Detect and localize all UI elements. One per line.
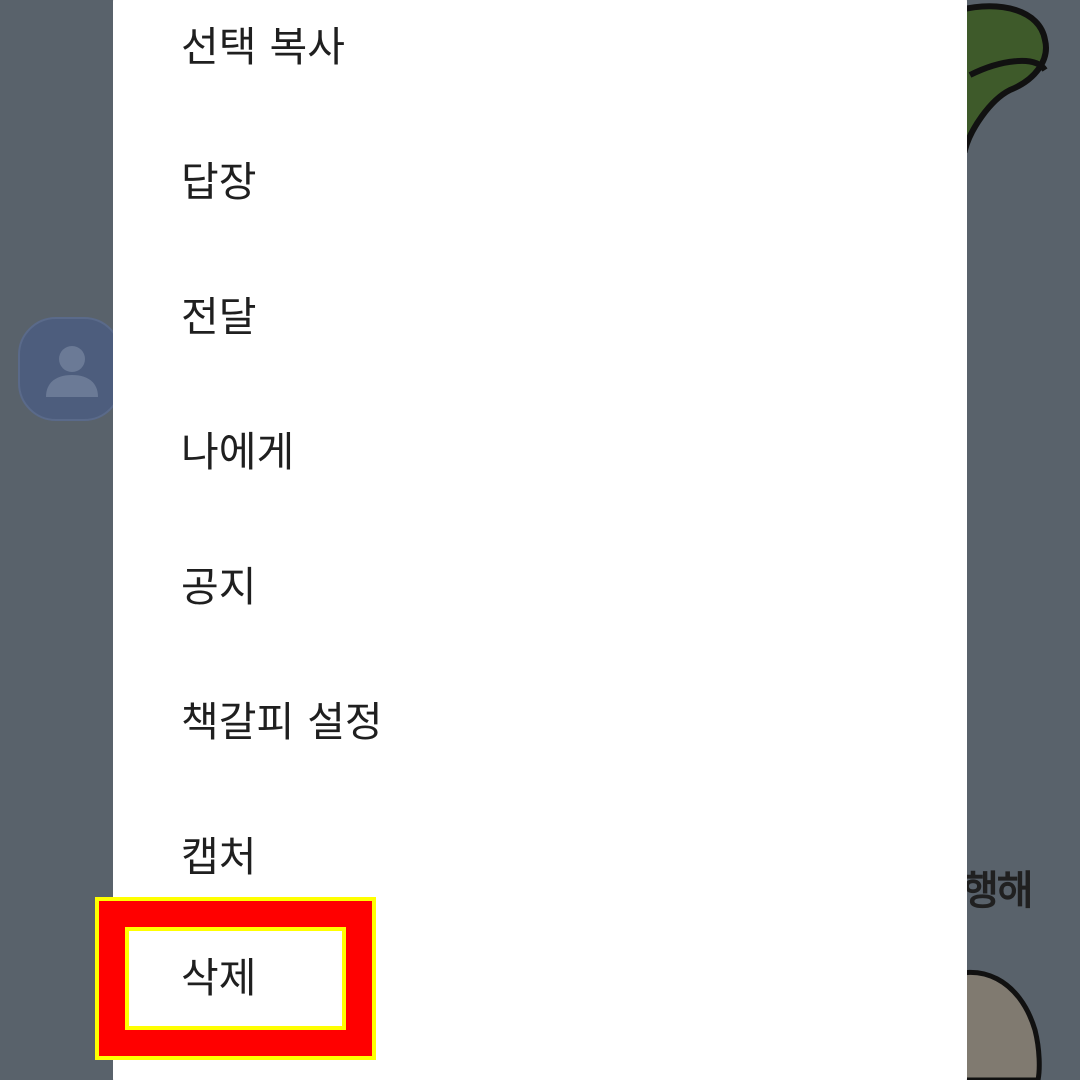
menu-item-forward[interactable]: 전달 xyxy=(113,250,967,384)
menu-item-reply[interactable]: 답장 xyxy=(113,115,967,249)
menu-item-label: 캡처 xyxy=(181,832,257,881)
menu-item-label: 선택 복사 xyxy=(181,22,345,71)
menu-item-label: 전달 xyxy=(181,292,257,341)
profile-avatar xyxy=(18,317,122,421)
menu-item-bookmark[interactable]: 책갈피 설정 xyxy=(113,655,967,789)
delete-label[interactable]: 삭제 xyxy=(181,958,256,999)
menu-item-to-me[interactable]: 나에게 xyxy=(113,385,967,519)
menu-item-label: 책갈피 설정 xyxy=(181,697,383,746)
person-icon xyxy=(46,346,98,397)
menu-item-notice[interactable]: 공지 xyxy=(113,520,967,654)
menu-item-label: 답장 xyxy=(181,157,257,206)
menu-item-label: 나에게 xyxy=(181,427,295,476)
chat-screen: 행해 선택 복사 답장 전달 나에게 공지 책갈피 설정 캡처 삭제 xyxy=(0,0,1080,1080)
menu-item-copy-selection[interactable]: 선택 복사 xyxy=(113,0,967,114)
menu-item-label: 공지 xyxy=(181,562,257,611)
sticker-caption: 행해 xyxy=(962,868,1034,914)
